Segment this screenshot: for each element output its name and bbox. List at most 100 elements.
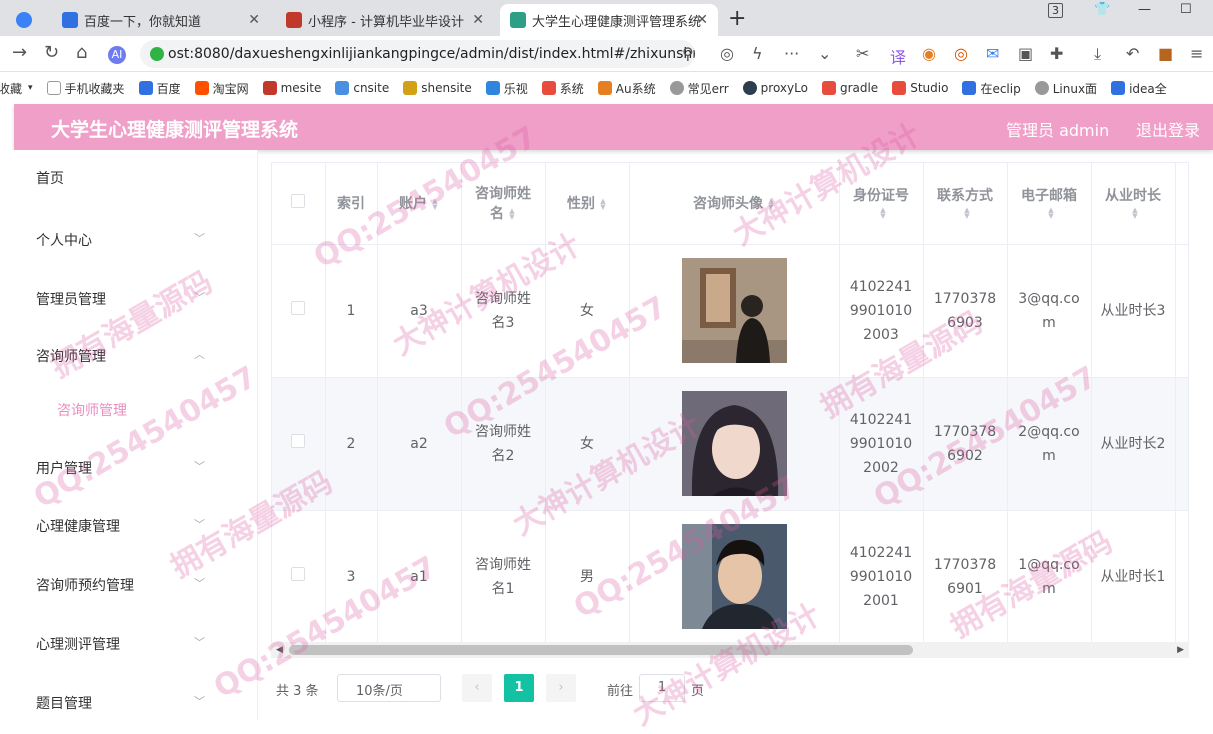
chevron-down-icon[interactable]: ⌄ <box>818 44 831 63</box>
header-idcard[interactable]: 身份证号 ▲ ▼ <box>839 163 924 245</box>
cell-overflow <box>1175 510 1188 644</box>
compass-icon[interactable]: ◎ <box>720 44 734 63</box>
sort-icon[interactable]: ▲ ▼ <box>1131 207 1139 220</box>
header-counselor-name[interactable]: 咨询师姓名 ▲ ▼ <box>461 163 546 245</box>
bookmark-item[interactable]: 系统 <box>541 80 584 97</box>
browser-menu-icon[interactable] <box>6 4 46 36</box>
translate-icon[interactable]: 译 <box>890 44 906 68</box>
bookmark-item[interactable]: shensite <box>403 81 472 95</box>
sort-icon[interactable]: ▲ ▼ <box>767 198 775 211</box>
shirt-icon[interactable]: 👕 <box>1094 2 1110 17</box>
ai-icon[interactable]: AI <box>108 46 126 64</box>
sidebar-subitem-counselor-management[interactable]: 咨询师管理 <box>57 400 127 420</box>
sidebar-item-admin-management[interactable]: 管理员管理 ﹀ <box>36 289 205 309</box>
bookmark-item[interactable]: idea全 <box>1111 80 1167 97</box>
tab-miniprogram[interactable]: 小程序 - 计算机毕业毕设计 ✕ <box>276 4 494 36</box>
prev-page-button[interactable]: ‹ <box>462 674 492 702</box>
minimize-icon[interactable]: — <box>1138 2 1151 17</box>
sidebar-item-user-management[interactable]: 用户管理 ﹀ <box>36 458 205 478</box>
baidu-icon <box>62 12 78 28</box>
lightning-icon[interactable]: ϟ <box>752 44 763 63</box>
row-checkbox[interactable] <box>291 300 306 315</box>
scroll-left-arrow-icon[interactable]: ◀ <box>276 642 283 658</box>
chevron-down-icon: ﹀ <box>194 232 205 245</box>
sidebar-item-personal-center[interactable]: 个人中心 ﹀ <box>36 230 205 250</box>
logout-link[interactable]: 退出登录 <box>1136 117 1200 141</box>
scissors-icon[interactable]: ✂ <box>856 44 869 63</box>
counselor-avatar[interactable] <box>681 391 787 496</box>
bookmark-item[interactable]: 手机收藏夹 <box>46 80 125 97</box>
puzzle-icon[interactable]: ✚ <box>1050 44 1063 63</box>
tab-count[interactable]: 3 <box>1048 3 1063 18</box>
maximize-icon[interactable]: ☐ <box>1180 2 1192 17</box>
sidebar-item-mental-health[interactable]: 心理健康管理 ﹀ <box>36 516 205 536</box>
more-icon[interactable]: ··· <box>784 44 799 63</box>
url-input[interactable]: ost:8080/daxueshengxinlijiankangpingce/a… <box>140 40 695 68</box>
sidebar-item-counselor-management[interactable]: 咨询师管理 ︿ <box>36 346 205 366</box>
close-icon[interactable]: ✕ <box>248 12 260 28</box>
sort-icon[interactable]: ▲ ▼ <box>963 207 971 220</box>
goto-page-input[interactable]: 1 <box>639 674 685 702</box>
bookmark-item[interactable]: 淘宝网 <box>194 80 249 97</box>
sort-icon[interactable]: ▲ ▼ <box>431 198 439 211</box>
forward-icon[interactable]: → <box>12 42 27 63</box>
bookmark-item[interactable]: cnsite <box>335 81 389 95</box>
scrollbar-thumb[interactable] <box>289 645 913 655</box>
header-email[interactable]: 电子邮箱 ▲ ▼ <box>1007 163 1092 245</box>
sort-icon[interactable]: ▲ ▼ <box>879 207 887 220</box>
sidebar-item-appointments[interactable]: 咨询师预约管理 ﹀ <box>36 575 205 595</box>
zoom-icon[interactable]: ⚲ <box>682 44 694 63</box>
sort-icon[interactable]: ▲ ▼ <box>508 208 516 221</box>
new-tab-icon[interactable]: + <box>728 6 746 31</box>
page-number-button[interactable]: 1 <box>504 674 534 702</box>
tab-baidu[interactable]: 百度一下，你就知道 ✕ <box>52 4 270 36</box>
sort-icon[interactable]: ▲ ▼ <box>1047 207 1055 220</box>
download-icon[interactable]: ⤓ <box>1094 44 1101 64</box>
counselor-avatar[interactable] <box>681 258 787 363</box>
next-page-button[interactable]: › <box>546 674 576 702</box>
bookmark-item[interactable]: 百度 <box>138 80 181 97</box>
row-checkbox[interactable] <box>291 566 306 581</box>
page-size-select[interactable]: 10条/页 <box>337 674 441 702</box>
close-icon[interactable]: ✕ <box>472 12 484 28</box>
bookmark-item[interactable]: 在eclip <box>962 80 1021 97</box>
header-account[interactable]: 账户 ▲ ▼ <box>377 163 462 245</box>
sidebar-item-home[interactable]: 首页 <box>36 168 64 188</box>
extension-box-icon[interactable]: ▣ <box>1018 44 1033 63</box>
header-avatar[interactable]: 咨询师头像 ▲ ▼ <box>629 163 840 245</box>
bookmark-item[interactable]: Au系统 <box>597 80 656 97</box>
bookmark-item[interactable]: 常见err <box>669 80 729 97</box>
mail-icon[interactable]: ✉ <box>986 44 999 63</box>
bookmark-item[interactable]: 乐视 <box>485 80 528 97</box>
reload-icon[interactable]: ↻ <box>44 42 59 63</box>
cell-phone: 17703786901 <box>923 510 1008 644</box>
cell-index: 3 <box>325 510 378 644</box>
counselor-avatar[interactable] <box>681 524 787 629</box>
header-gender[interactable]: 性别 ▲ ▼ <box>545 163 630 245</box>
bookmark-item[interactable]: 收藏 ▾ <box>0 80 33 97</box>
home-icon[interactable]: ⌂ <box>76 42 87 63</box>
sidebar-item-assessments[interactable]: 心理测评管理 ﹀ <box>36 634 205 654</box>
menu-icon[interactable]: ≡ <box>1190 44 1203 63</box>
row-checkbox[interactable] <box>291 433 306 448</box>
cell-index: 1 <box>325 244 378 378</box>
close-icon[interactable]: ✕ <box>696 12 708 28</box>
select-all-checkbox[interactable] <box>291 194 306 209</box>
sidebar-item-questions[interactable]: 题目管理 ﹀ <box>36 693 205 713</box>
header-years[interactable]: 从业时长 ▲ ▼ <box>1091 163 1176 245</box>
header-phone[interactable]: 联系方式 ▲ ▼ <box>923 163 1008 245</box>
cell-account: a1 <box>377 510 462 644</box>
bookmark-item[interactable]: proxyLo <box>742 81 808 95</box>
bookmark-item[interactable]: Linux面 <box>1034 80 1097 97</box>
table-horizontal-scrollbar[interactable]: ◀ ▶ <box>271 642 1189 658</box>
sort-icon[interactable]: ▲ ▼ <box>599 198 607 211</box>
undo-icon[interactable]: ↶ <box>1126 44 1139 63</box>
weibo-icon[interactable]: ◎ <box>954 44 968 63</box>
bookmark-item[interactable]: gradle <box>821 81 878 95</box>
scroll-right-arrow-icon[interactable]: ▶ <box>1177 642 1184 658</box>
briefcase-icon[interactable]: ■ <box>1158 44 1173 63</box>
bookmark-item[interactable]: mesite <box>262 81 321 95</box>
tab-active[interactable]: 大学生心理健康测评管理系统 ✕ <box>500 4 718 36</box>
bookmark-item[interactable]: Studio <box>892 81 948 95</box>
gamepad-icon[interactable]: ◉ <box>922 44 936 63</box>
